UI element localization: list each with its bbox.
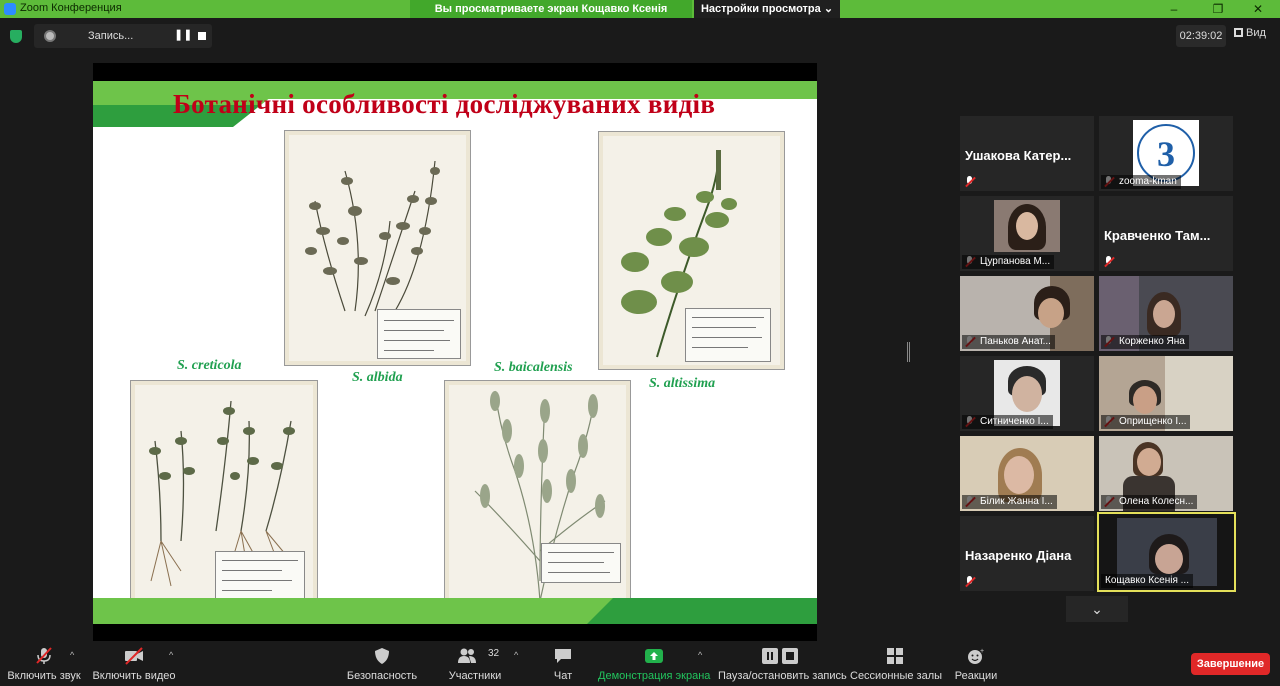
view-settings-button[interactable]: Настройки просмотра ⌄ (694, 0, 840, 18)
reactions-smiley-icon: + (968, 648, 984, 664)
stop-recording-icon[interactable] (198, 32, 206, 40)
pause-stop-recording-label: Пауза/остановить запись (718, 670, 847, 682)
recording-label: Запись... (88, 30, 134, 42)
herbarium-baicalensis-image (444, 380, 631, 611)
zoom-app-icon (4, 3, 16, 15)
recording-dot-icon (44, 30, 56, 42)
shared-screen: Ботанічні особливості досліджуваних виді… (93, 63, 817, 641)
herbarium-creticola-image (130, 380, 318, 610)
participant-nameplate: Оприщенко І... (1101, 415, 1191, 429)
muted-mic-icon (964, 176, 976, 188)
participant-tile[interactable]: 3 zooma-kman (1099, 116, 1233, 191)
window-title: Zoom Конференция (20, 2, 122, 14)
herbarium-albida-image (284, 130, 471, 366)
slide-title: Ботанічні особливості досліджуваних виді… (173, 89, 716, 119)
participant-nameplate: Кощавко Ксенія ... (1101, 574, 1193, 588)
participant-tile[interactable]: Білик Жанна І... (960, 436, 1094, 511)
screen-share-banner: Вы просматриваете экран Кощавко Ксенія С… (410, 0, 692, 33)
chevron-down-icon[interactable]: ⌄ (1066, 596, 1128, 622)
active-speaker-tile[interactable]: Кощавко Ксенія ... (1097, 512, 1236, 592)
view-label: Вид (1246, 27, 1266, 39)
video-off-icon (125, 647, 143, 665)
muted-microphone-icon (36, 647, 52, 664)
participants-options-caret-icon[interactable]: ^ (514, 650, 518, 660)
participants-icon (458, 648, 476, 663)
panel-splitter-handle[interactable] (907, 342, 910, 362)
participant-nameplate: Паньков Анат... (962, 335, 1055, 349)
muted-mic-icon (1103, 256, 1115, 268)
meeting-controls-bar: Включить звук ^ Включить видео ^ Безопас… (0, 642, 1280, 686)
participant-tile[interactable]: Паньков Анат... (960, 276, 1094, 351)
caption-baicalensis: S. baicalensis (494, 360, 573, 375)
caption-altissima: S. altissima (649, 376, 716, 391)
chat-label: Чат (553, 670, 573, 682)
caption-albida: S. albida (352, 370, 403, 385)
participant-tile[interactable]: Кравченко Там... (1099, 196, 1233, 271)
reactions-button[interactable]: + Реакции (950, 642, 1002, 686)
encryption-shield-icon[interactable] (10, 30, 22, 43)
slide-footer-stripe (93, 598, 613, 624)
minimize-button[interactable]: – (1156, 0, 1192, 18)
title-bar: Zoom Конференция Вы просматриваете экран… (0, 0, 1280, 33)
participants-label: Участники (448, 670, 502, 682)
participant-name-large: Назаренко Діана (965, 548, 1072, 563)
recording-indicator: Запись... ❚❚ (34, 24, 212, 48)
audio-options-caret-icon[interactable]: ^ (70, 650, 74, 660)
svg-text:+: + (980, 648, 984, 655)
share-screen-label: Демонстрация экрана (598, 670, 711, 682)
muted-mic-icon (964, 576, 976, 588)
participant-nameplate: Корженко Яна (1101, 335, 1189, 349)
security-label: Безопасность (346, 670, 418, 682)
breakout-rooms-button[interactable]: Сессионные залы (850, 642, 943, 686)
start-video-label: Включить видео (92, 670, 176, 682)
participant-nameplate: Олена Колесн... (1101, 495, 1198, 509)
chat-bubble-icon (555, 649, 571, 663)
grid-view-icon (1234, 28, 1243, 37)
participant-nameplate: Ситниченко І... (962, 415, 1053, 429)
chat-button[interactable]: Чат (544, 642, 582, 686)
meeting-timer: 02:39:02 (1176, 25, 1226, 47)
participant-photo (994, 200, 1060, 252)
share-screen-button[interactable]: Демонстрация экрана (598, 642, 710, 686)
start-video-button[interactable]: Включить видео (92, 642, 176, 686)
security-button[interactable]: Безопасность (346, 642, 418, 686)
view-button[interactable]: Вид (1234, 27, 1266, 39)
herbarium-altissima-image (598, 131, 785, 370)
participant-nameplate: Білик Жанна І... (962, 495, 1057, 509)
participant-tile[interactable]: Корженко Яна (1099, 276, 1233, 351)
reactions-label: Реакции (954, 670, 998, 682)
logo-numeral: 3 (1157, 134, 1175, 174)
end-meeting-button[interactable]: Завершение (1191, 653, 1270, 675)
close-window-button[interactable]: ✕ (1240, 0, 1276, 18)
participant-nameplate: zooma-kman (1101, 175, 1181, 189)
participant-tile[interactable]: Назаренко Діана (960, 516, 1094, 591)
video-options-caret-icon[interactable]: ^ (169, 650, 173, 660)
caption-creticola: S. creticola (177, 358, 242, 373)
participant-tile[interactable]: Ушакова Катер... (960, 116, 1094, 191)
share-screen-icon (645, 649, 663, 663)
pause-stop-icon (762, 648, 798, 664)
participant-tile[interactable]: Оприщенко І... (1099, 356, 1233, 431)
top-toolbar: Запись... ❚❚ 02:39:02 Вид (0, 18, 1280, 54)
participant-tile[interactable]: Олена Колесн... (1099, 436, 1233, 511)
breakout-rooms-icon (887, 648, 903, 664)
participant-nameplate: Цурпанова М... (962, 255, 1055, 269)
participant-tile[interactable]: Цурпанова М... (960, 196, 1094, 271)
unmute-label: Включить звук (7, 670, 81, 682)
participants-count: 32 (488, 648, 500, 659)
restore-button[interactable]: ❐ (1200, 0, 1236, 18)
participant-name-large: Кравченко Там... (1104, 228, 1211, 243)
participant-tile[interactable]: Ситниченко І... (960, 356, 1094, 431)
share-options-caret-icon[interactable]: ^ (698, 650, 702, 660)
participants-button[interactable]: 32 Участники (446, 642, 504, 686)
participant-name-large: Ушакова Катер... (965, 148, 1072, 163)
unmute-button[interactable]: Включить звук (4, 642, 84, 686)
pause-recording-icon[interactable]: ❚❚ (174, 28, 192, 41)
security-shield-icon (375, 648, 389, 664)
presentation-slide: Ботанічні особливості досліджуваних виді… (93, 81, 817, 624)
breakout-rooms-label: Сессионные залы (850, 670, 943, 682)
pause-stop-recording-button[interactable]: Пауза/остановить запись (718, 642, 847, 686)
